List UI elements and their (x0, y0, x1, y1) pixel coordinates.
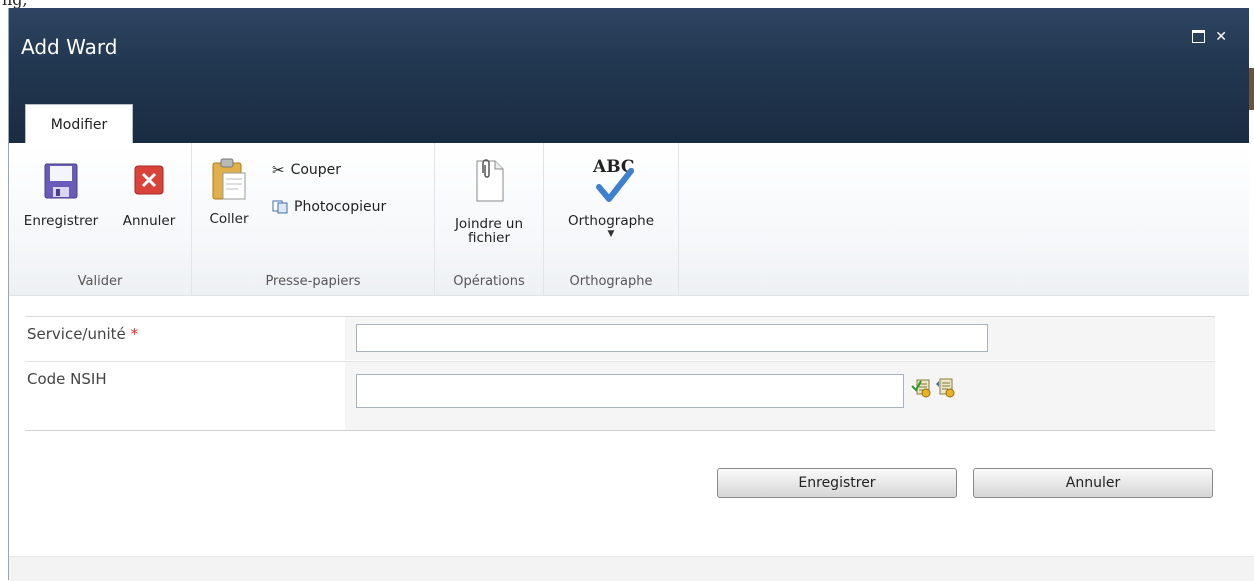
code-nsih-label: Code NSIH (25, 362, 345, 431)
save-button[interactable]: Enregistrer (717, 468, 957, 498)
ribbon-group-operations: Joindre un fichier Opérations (435, 143, 544, 295)
modal-dialog: Add Ward ✕ Modifier Enregistrer Annuler … (8, 8, 1254, 581)
spelling-label: Orthographe (567, 213, 655, 229)
copy-button[interactable]: Photocopieur (272, 199, 386, 215)
form-bottom-divider (25, 430, 1215, 431)
cancel-button[interactable]: Annuler (973, 468, 1213, 498)
ribbon-save-button[interactable]: Enregistrer (11, 163, 111, 229)
cancel-icon (134, 165, 164, 195)
ribbon-save-label: Enregistrer (23, 213, 99, 229)
ribbon-cancel-label: Annuler (122, 213, 176, 229)
paste-button[interactable]: Coller (202, 157, 256, 227)
lookup-icons (911, 376, 957, 398)
required-asterisk: * (130, 325, 139, 343)
ribbon-group-clipboard: Coller ✂ Couper Photocopieur Presse-papi… (192, 143, 435, 295)
attach-file-icon (476, 159, 504, 202)
dropdown-arrow-icon: ▼ (607, 229, 615, 239)
dialog-footer (9, 556, 1254, 581)
paste-icon (212, 158, 246, 200)
save-icon (44, 163, 78, 199)
top-strip: ng, (0, 0, 1254, 9)
form-row-service: Service/unité * (25, 317, 1215, 360)
group-label-clipboard: Presse-papiers (265, 274, 361, 289)
dialog-title: Add Ward (21, 35, 118, 59)
tab-modifier[interactable]: Modifier (25, 104, 133, 144)
service-input[interactable] (356, 324, 988, 352)
background-edge (1249, 68, 1254, 110)
attach-label-line2: fichier (467, 230, 511, 246)
ribbon-group-spelling: ABC Orthographe ▼ Orthographe (544, 143, 679, 295)
maximize-icon[interactable] (1192, 30, 1206, 46)
ribbon: Enregistrer Annuler Valider Coller ✂ Cou… (9, 143, 1249, 296)
cut-button[interactable]: ✂ Couper (272, 161, 341, 179)
code-nsih-value-cell (345, 362, 1215, 431)
service-label: Service/unité * (25, 317, 345, 360)
group-label-operations: Opérations (453, 274, 525, 289)
code-nsih-input[interactable] (356, 374, 904, 408)
browse-icon[interactable] (935, 376, 957, 398)
ribbon-group-valider: Enregistrer Annuler Valider (9, 143, 192, 295)
window-controls: ✕ (1192, 30, 1227, 46)
scissors-icon: ✂ (272, 161, 285, 179)
close-icon[interactable]: ✕ (1215, 30, 1227, 46)
service-label-text: Service/unité (27, 325, 126, 343)
spelling-button[interactable]: ABC Orthographe ▼ (544, 155, 678, 239)
attach-file-button[interactable]: Joindre un fichier (435, 157, 543, 245)
service-value-cell (345, 317, 1215, 360)
checkmark-icon (596, 168, 634, 202)
spelling-icon: ABC (581, 155, 641, 205)
paste-label: Coller (209, 211, 249, 227)
group-label-valider: Valider (77, 274, 123, 289)
cut-label: Couper (290, 162, 342, 178)
form-row-code-nsih: Code NSIH (25, 361, 1215, 431)
group-label-spelling: Orthographe (569, 274, 653, 289)
check-names-icon[interactable] (911, 376, 933, 398)
attach-label: Joindre un fichier (435, 217, 543, 245)
copy-label: Photocopieur (294, 199, 387, 215)
dialog-titlebar: Add Ward ✕ (9, 8, 1249, 143)
ribbon-cancel-button[interactable]: Annuler (113, 165, 185, 229)
copy-icon (272, 200, 288, 214)
attach-label-line1: Joindre un (454, 216, 524, 232)
